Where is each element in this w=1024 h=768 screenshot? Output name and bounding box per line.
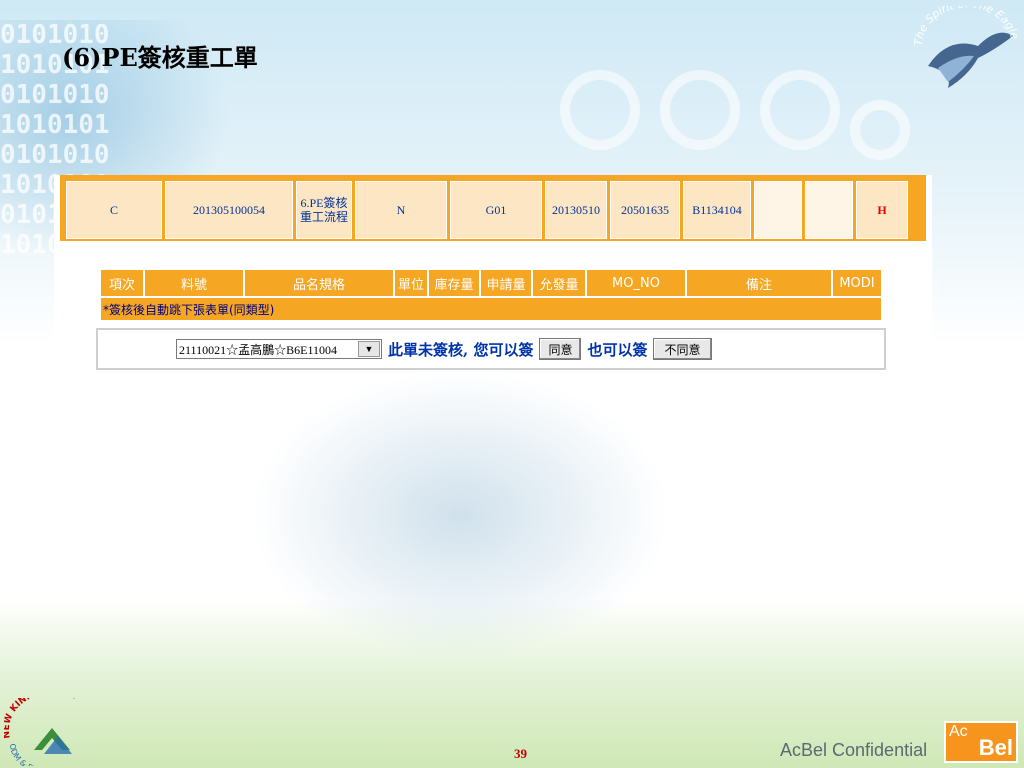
approver-select-value: 21110021☆孟高鵬☆B6E11004 bbox=[179, 342, 337, 357]
header-mo-no: MO_NO bbox=[587, 270, 685, 296]
record-cell-part: 20501635 bbox=[610, 181, 680, 239]
chevron-down-icon[interactable]: ▼ bbox=[358, 341, 380, 357]
form-panel: C 201305100054 6.PE簽核重工流程 N G01 20130510… bbox=[54, 175, 932, 373]
header-modi: MODI bbox=[833, 270, 881, 296]
approval-message: 此單未簽核, 您可以簽 bbox=[388, 340, 534, 359]
auto-next-note: *簽核後自動跳下張表單(同類型) bbox=[101, 298, 881, 320]
record-row-frame: C 201305100054 6.PE簽核重工流程 N G01 20130510… bbox=[60, 175, 926, 241]
background-ring bbox=[660, 70, 740, 150]
kinpo-logo-icon: NEW KINPO VALUE ODM & EMS Partner bbox=[4, 698, 78, 766]
agree-button[interactable]: 同意 bbox=[539, 338, 582, 360]
header-remark: 備注 bbox=[687, 270, 831, 296]
record-cell-status: H bbox=[856, 181, 908, 239]
table-header: 項次 料號 品名規格 單位 庫存量 申請量 允發量 MO_NO 備注 MODI bbox=[101, 270, 881, 296]
record-cell-group: G01 bbox=[450, 181, 542, 239]
background-ring bbox=[760, 70, 840, 150]
header-spec: 品名規格 bbox=[245, 270, 393, 296]
record-cell-empty bbox=[805, 181, 853, 239]
header-request: 申請量 bbox=[481, 270, 531, 296]
eagle-logo-icon: The Spirit of The Eagle bbox=[912, 6, 1018, 88]
footer-logo-text: NEW KINPO VALUE bbox=[4, 698, 78, 739]
disagree-button[interactable]: 不同意 bbox=[653, 338, 712, 360]
approval-box: 21110021☆孟高鵬☆B6E11004 ▼ 此單未簽核, 您可以簽 同意 也… bbox=[96, 328, 886, 370]
header-item: 項次 bbox=[101, 270, 143, 296]
header-part-no: 料號 bbox=[145, 270, 243, 296]
background-ring bbox=[560, 70, 640, 150]
record-cell-flag: N bbox=[355, 181, 447, 239]
approver-select[interactable]: 21110021☆孟高鵬☆B6E11004 ▼ bbox=[176, 339, 382, 359]
slide-title: (6)PE簽核重工單 bbox=[62, 43, 258, 72]
record-cell-order-no: 201305100054 bbox=[165, 181, 293, 239]
eagle-watermark bbox=[250, 370, 670, 660]
confidential-label: AcBel Confidential bbox=[780, 740, 928, 760]
header-stock: 庫存量 bbox=[429, 270, 479, 296]
record-cell-flow: 6.PE簽核重工流程 bbox=[296, 181, 352, 239]
record-cell-empty bbox=[754, 181, 802, 239]
record-row: C 201305100054 6.PE簽核重工流程 N G01 20130510… bbox=[66, 181, 920, 239]
record-cell-date: 20130510 bbox=[545, 181, 607, 239]
page-number: 39 bbox=[514, 746, 527, 761]
background-ring bbox=[850, 100, 910, 160]
acbel-logo-ac: Ac bbox=[949, 723, 968, 740]
acbel-logo-bel: Bel bbox=[978, 735, 1013, 760]
acbel-logo: Ac Bel bbox=[944, 721, 1018, 763]
approval-message-secondary: 也可以簽 bbox=[587, 340, 648, 359]
svg-text:NEW KINPO VALUE: NEW KINPO VALUE bbox=[4, 698, 78, 739]
header-allowed: 允發量 bbox=[533, 270, 585, 296]
record-cell-mo: B1134104 bbox=[683, 181, 751, 239]
header-unit: 單位 bbox=[395, 270, 427, 296]
record-cell-item: C bbox=[66, 181, 162, 239]
